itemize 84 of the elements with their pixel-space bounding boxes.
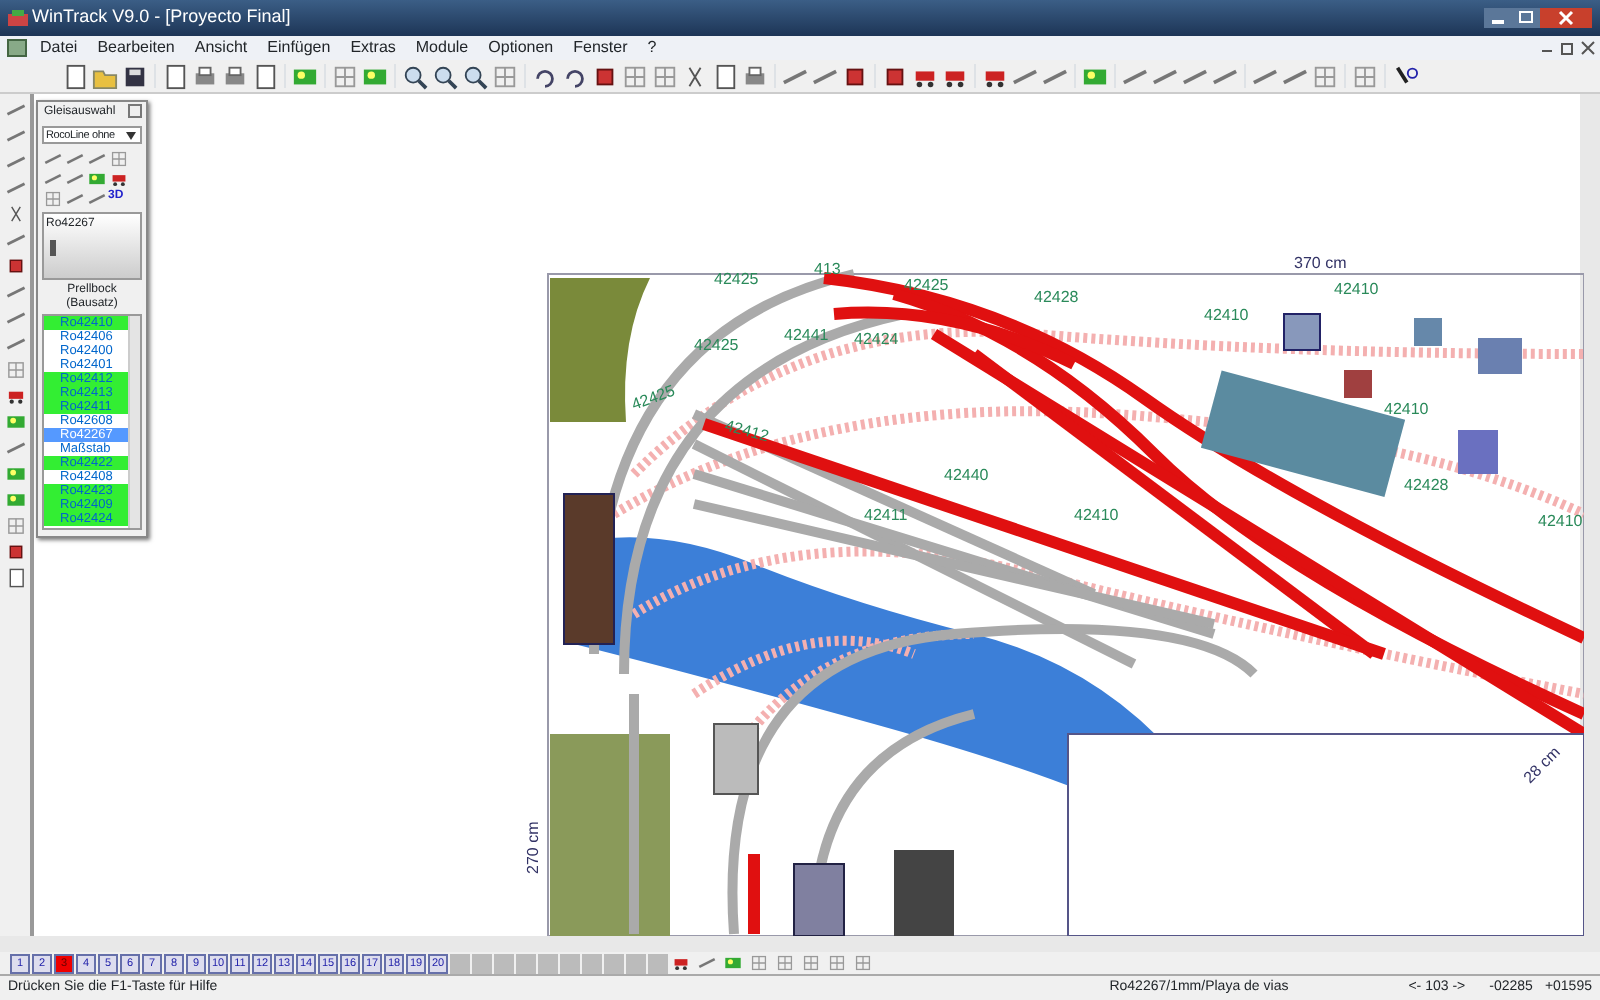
menu-item[interactable]: Optionen	[478, 36, 564, 60]
menu-item[interactable]: Module	[405, 36, 479, 60]
magnifier-icon	[432, 63, 458, 89]
close-icon[interactable]	[1540, 8, 1592, 28]
track-label: 42428	[1034, 288, 1079, 306]
track-icon	[5, 438, 25, 458]
track-label: 42425	[629, 381, 678, 414]
grid-icon	[332, 63, 358, 89]
track-label: 42424	[854, 330, 899, 348]
caret-icon	[126, 132, 136, 140]
menu-item[interactable]: ?	[637, 36, 667, 60]
grid-icon	[44, 190, 62, 208]
toolbar-button[interactable]	[400, 61, 430, 91]
printer-icon	[192, 63, 218, 89]
grid-icon	[1312, 63, 1338, 89]
grid-icon	[776, 954, 794, 972]
horizontal-scrollbar[interactable]	[0, 936, 1600, 952]
grid-icon	[5, 516, 25, 536]
maximize-icon[interactable]	[1512, 8, 1540, 28]
block-icon	[592, 63, 618, 89]
track-label: 42428	[1404, 476, 1449, 494]
image-icon	[5, 412, 25, 432]
wagon-icon	[5, 386, 25, 406]
menu-item[interactable]: Fenster	[563, 36, 638, 60]
track-label: 42410	[1204, 306, 1249, 324]
floppy-icon	[122, 63, 148, 89]
track-label: 42425	[904, 276, 949, 294]
toolbar-button[interactable]	[430, 61, 460, 91]
menu-item[interactable]: Bearbeiten	[87, 36, 185, 60]
grid-icon	[622, 63, 648, 89]
image-icon	[724, 954, 742, 972]
toolbar-button[interactable]	[460, 61, 490, 91]
dimension-label: 270 cm	[524, 821, 542, 874]
block-icon	[882, 63, 908, 89]
grid-icon	[750, 954, 768, 972]
close-icon[interactable]	[128, 104, 142, 118]
wagon-icon	[110, 170, 128, 188]
block-icon	[5, 542, 25, 562]
track-label: 42425	[694, 336, 739, 354]
track-label: 42410	[1384, 400, 1429, 418]
block-icon	[842, 63, 868, 89]
restore-icon[interactable]	[1560, 40, 1576, 56]
buffer-stop-icon	[50, 240, 56, 256]
magnifier-icon	[402, 63, 428, 89]
grid-icon	[5, 360, 25, 380]
dimension-label: 28 cm	[1520, 743, 1564, 787]
wagon-icon	[672, 954, 690, 972]
grid-icon	[1352, 63, 1378, 89]
magnifier-icon	[462, 63, 488, 89]
track-label: 42410	[1538, 512, 1583, 530]
block-icon	[5, 256, 25, 276]
vertical-scrollbar[interactable]	[1580, 94, 1600, 936]
track-icon	[698, 954, 716, 972]
menu-item[interactable]: Ansicht	[184, 36, 258, 60]
track-label: 42440	[944, 466, 989, 484]
image-icon	[88, 170, 106, 188]
scissors-icon	[5, 204, 25, 224]
menu-item[interactable]: Extras	[340, 36, 406, 60]
image-icon	[5, 464, 25, 484]
grid-icon	[854, 954, 872, 972]
track-label: 42425	[714, 270, 759, 288]
track-label: 42410	[1074, 506, 1119, 524]
grid-icon	[492, 63, 518, 89]
track-label: 413	[814, 260, 841, 278]
minimize-icon[interactable]	[1484, 8, 1512, 28]
track-label: 42411	[864, 506, 908, 524]
image-icon	[5, 490, 25, 510]
window-title: WinTrack V9.0 - [Proyecto Final]	[32, 4, 291, 31]
grid-icon	[652, 63, 678, 89]
track-label: 42412	[722, 416, 771, 446]
menu-item[interactable]: Einfügen	[257, 36, 341, 60]
grid-icon	[802, 954, 820, 972]
app-icon	[8, 9, 28, 27]
menu-item[interactable]: Datei	[30, 36, 88, 60]
grid-icon	[110, 150, 128, 168]
printer-icon	[742, 63, 768, 89]
printer-icon	[222, 63, 248, 89]
track-label: 42441	[784, 326, 829, 344]
grid-icon	[828, 954, 846, 972]
track-label: 42410	[1334, 280, 1379, 298]
dimension-label: 370 cm	[1294, 254, 1347, 272]
scrollbar[interactable]	[128, 316, 140, 529]
close-icon[interactable]	[1580, 40, 1596, 56]
track-icon	[5, 230, 25, 250]
